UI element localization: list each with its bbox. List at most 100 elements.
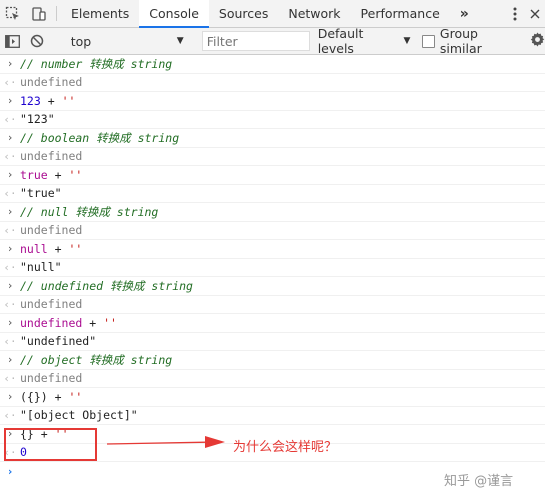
inspect-element-icon[interactable] <box>0 0 26 27</box>
log-levels-label: Default levels <box>317 26 364 56</box>
result-arrow-icon: ‹· <box>3 149 17 163</box>
console-input-line: › // object 转换成 string <box>0 351 545 370</box>
comment-text: // number 转换成 string <box>20 56 173 71</box>
input-prompt-icon: › <box>6 131 14 145</box>
console-toolbar: top ▼ Default levels ▼ Group similar <box>0 26 545 56</box>
console-result-line: ‹· undefined <box>0 222 545 240</box>
console-input-line: › ({}) + '' <box>0 388 545 407</box>
result-text: "true" <box>20 186 62 201</box>
filter-input[interactable] <box>201 31 310 51</box>
tab-label: Elements <box>71 6 130 21</box>
result-arrow-icon: ‹· <box>3 186 17 200</box>
string-literal: '' <box>61 93 76 108</box>
result-text: "undefined" <box>20 334 97 349</box>
console-result-line: ‹· undefined <box>0 148 545 166</box>
kebab-menu-icon[interactable] <box>505 7 525 21</box>
input-prompt-icon: › <box>6 390 14 404</box>
console-result-line: ‹· "[object Object]" <box>0 407 545 425</box>
comment-text: // boolean 转换成 string <box>20 130 180 145</box>
result-arrow-icon: ‹· <box>3 223 17 237</box>
input-prompt-icon: › <box>6 316 14 330</box>
clear-console-icon[interactable] <box>25 34 50 48</box>
devtools-tab-bar: Elements Console Sources Network Perform… <box>0 0 545 28</box>
watermark: 知乎 @谨言 <box>444 474 514 489</box>
operator: + <box>47 389 69 404</box>
tab-console[interactable]: Console <box>139 0 209 28</box>
tab-divider <box>56 6 57 21</box>
result-arrow-icon: ‹· <box>3 75 17 89</box>
result-text: "[object Object]" <box>20 408 138 423</box>
operator: + <box>47 241 69 256</box>
result-arrow-icon: ‹· <box>3 297 17 311</box>
console-input-line: › // null 转换成 string <box>0 203 545 222</box>
result-arrow-icon: ‹· <box>3 334 17 348</box>
result-arrow-icon: ‹· <box>3 112 17 126</box>
result-text: undefined <box>20 371 83 386</box>
sidebar-toggle-icon[interactable] <box>0 34 25 48</box>
tab-label: Performance <box>360 6 440 21</box>
input-prompt-icon: › <box>6 168 14 182</box>
string-literal: '' <box>68 167 83 182</box>
comment-text: // object 转换成 string <box>20 352 173 367</box>
more-tabs-button[interactable]: » <box>450 0 479 27</box>
console-result-line: ‹· undefined <box>0 74 545 92</box>
log-levels-dropdown[interactable]: Default levels ▼ <box>318 26 411 56</box>
result-text: undefined <box>20 297 83 312</box>
string-literal: '' <box>68 389 83 404</box>
tab-network[interactable]: Network <box>278 0 350 27</box>
group-similar-checkbox[interactable] <box>422 34 435 48</box>
context-value: top <box>70 33 92 49</box>
string-literal: '' <box>68 241 83 256</box>
input-prompt-icon: › <box>6 353 14 367</box>
console-result-line: ‹· undefined <box>0 370 545 388</box>
tab-performance[interactable]: Performance <box>351 0 450 27</box>
group-similar-label: Group similar <box>439 26 482 56</box>
result-text: undefined <box>20 223 83 238</box>
result-text: "123" <box>20 112 55 127</box>
input-prompt-icon: › <box>6 279 14 293</box>
console-input-line: › null + '' <box>0 240 545 259</box>
console-result-line: ‹· "null" <box>0 259 545 277</box>
annotation-note: 为什么会这样呢？ <box>233 440 338 455</box>
operand: null <box>20 241 48 256</box>
result-arrow-icon: ‹· <box>3 408 17 422</box>
console-result-line: ‹· "123" <box>0 111 545 129</box>
input-prompt-icon: › <box>6 205 14 219</box>
settings-gear-icon[interactable] <box>530 31 545 51</box>
context-select[interactable]: top ▼ <box>65 32 190 51</box>
highlight-box <box>4 428 97 461</box>
console-input-line: › true + '' <box>0 166 545 185</box>
operator: + <box>40 93 62 108</box>
console-log: ›// number 转换成 string ‹· undefined › 123 +… <box>0 55 545 481</box>
dropdown-arrow-icon: ▼ <box>176 36 184 46</box>
console-input-line: › // number 转换成 string <box>0 55 545 74</box>
console-input-line: › 123 + '' <box>0 92 545 111</box>
operand: 123 <box>20 93 41 108</box>
group-similar-option[interactable]: Group similar <box>422 26 520 56</box>
result-text: "null" <box>20 260 62 275</box>
operator: + <box>82 315 104 330</box>
result-arrow-icon: ‹· <box>3 260 17 274</box>
console-input-line: › undefined + '' <box>0 314 545 333</box>
comment-text: // undefined 转换成 string <box>20 278 193 293</box>
comment-text: // null 转换成 string <box>20 204 159 219</box>
input-prompt-icon: › <box>6 242 14 256</box>
close-icon[interactable] <box>525 5 545 23</box>
input-prompt-icon: › <box>6 57 14 71</box>
operand: true <box>20 167 48 182</box>
operand: undefined <box>20 315 83 330</box>
tab-sources[interactable]: Sources <box>209 0 278 27</box>
console-input-line: › // boolean 转换成 string <box>0 129 545 148</box>
console-input-line: › // undefined 转换成 string <box>0 277 545 296</box>
tab-elements[interactable]: Elements <box>61 0 139 27</box>
tab-label: Network <box>288 6 341 21</box>
dropdown-arrow-icon: ▼ <box>403 36 411 46</box>
device-toolbar-icon[interactable] <box>26 0 52 27</box>
input-prompt-icon: › <box>6 464 14 478</box>
operand: ({}) <box>20 389 48 404</box>
annotation-arrow-icon <box>106 436 225 448</box>
operator: + <box>47 167 69 182</box>
input-prompt-icon: › <box>6 94 14 108</box>
result-text: undefined <box>20 149 83 164</box>
console-result-line: ‹· "undefined" <box>0 333 545 351</box>
